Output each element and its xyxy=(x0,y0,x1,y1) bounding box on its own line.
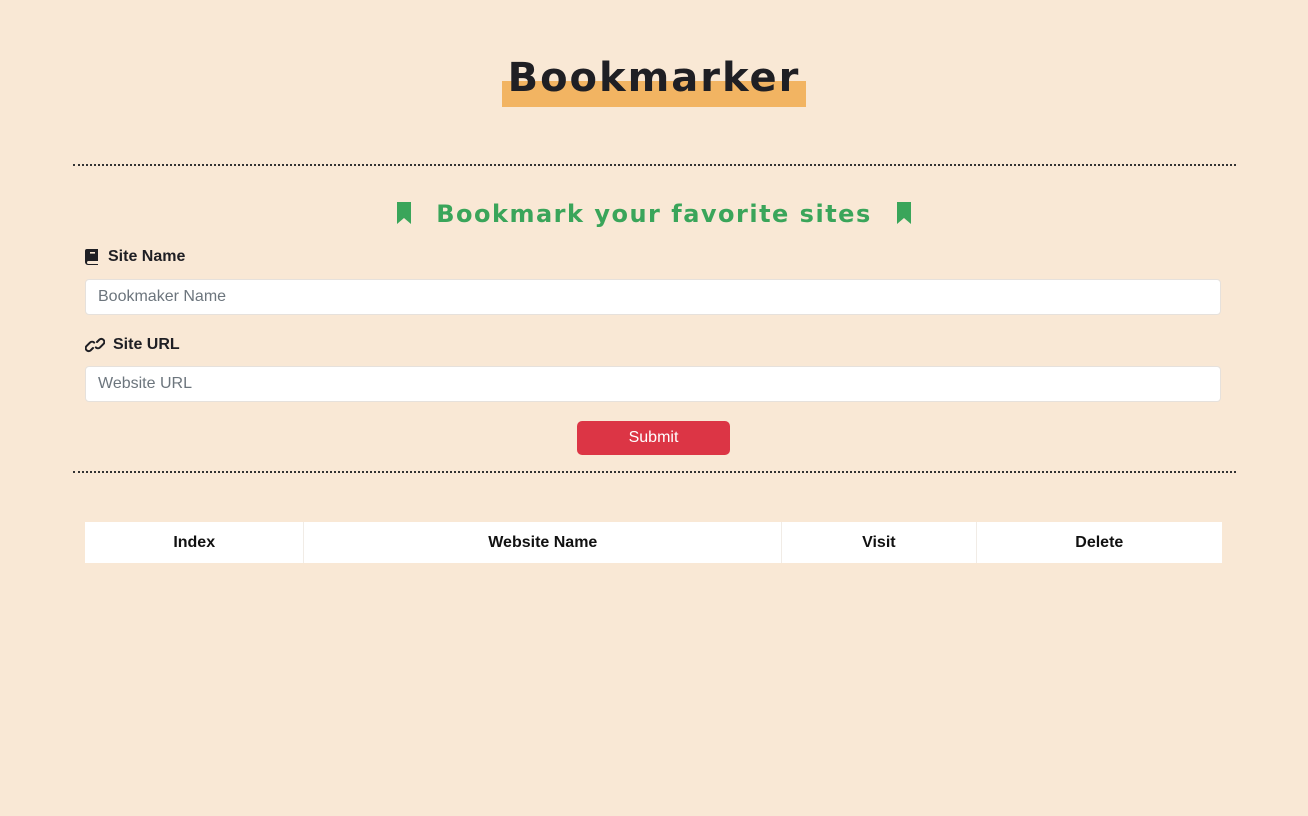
bookmarks-table: Index Website Name Visit Delete xyxy=(85,522,1222,563)
table-header-row: Index Website Name Visit Delete xyxy=(85,522,1222,563)
page-title: Bookmarker xyxy=(501,52,807,107)
book-icon xyxy=(85,249,98,265)
header: Bookmarker xyxy=(0,52,1308,107)
site-name-input[interactable] xyxy=(85,279,1221,315)
site-name-label-text: Site Name xyxy=(108,248,186,265)
top-divider xyxy=(73,164,1236,166)
site-url-label: Site URL xyxy=(85,336,180,354)
site-url-input[interactable] xyxy=(85,366,1221,402)
form-heading: Bookmark your favorite sites xyxy=(0,198,1308,230)
page: Bookmarker Bookmark your favorite sites … xyxy=(0,0,1308,816)
form-heading-text: Bookmark your favorite sites xyxy=(436,200,872,228)
table-header: Index Website Name Visit Delete xyxy=(85,522,1222,563)
bookmark-icon xyxy=(896,202,911,224)
bookmark-icon xyxy=(397,202,412,224)
column-header-index: Index xyxy=(85,522,305,563)
column-header-delete: Delete xyxy=(1075,533,1124,551)
submit-button[interactable]: Submit xyxy=(577,421,730,455)
column-header-website-name: Website Name xyxy=(303,522,783,563)
bookmarks-table-container: Index Website Name Visit Delete xyxy=(85,522,1222,563)
site-url-label-text: Site URL xyxy=(113,336,180,353)
link-icon xyxy=(85,337,105,353)
page-title-text: Bookmarker xyxy=(507,55,801,101)
bottom-divider xyxy=(73,471,1236,473)
column-header-visit: Visit xyxy=(781,522,977,563)
site-name-label: Site Name xyxy=(85,248,185,266)
